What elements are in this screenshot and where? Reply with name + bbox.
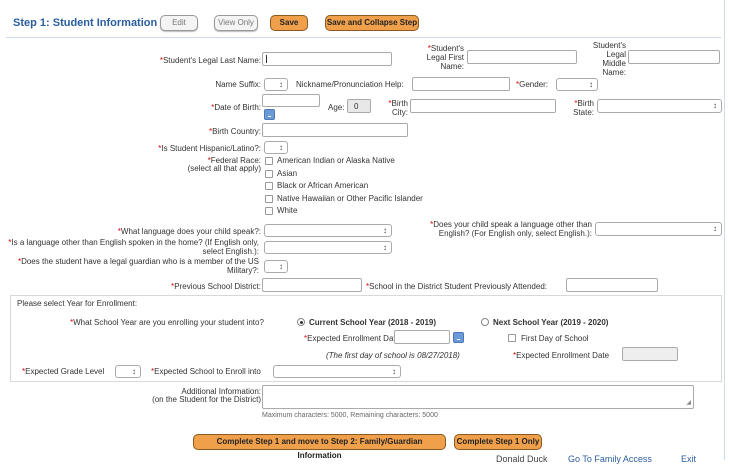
dob-label: *Date of Birth:: [211, 103, 261, 112]
race-option-black: Black or African American: [277, 181, 369, 190]
family-access-link[interactable]: Go To Family Access: [568, 454, 652, 464]
radio-next-year[interactable]: [481, 318, 489, 326]
race-checkbox-pacific-islander[interactable]: [265, 195, 273, 203]
complete-and-move-button[interactable]: Complete Step 1 and move to Step 2: Fami…: [193, 434, 446, 460]
first-day-label: First Day of School: [521, 334, 589, 343]
enrollment-heading: Please select Year for Enrollment:: [17, 299, 138, 308]
hispanic-select[interactable]: [264, 141, 288, 154]
expected-date-input[interactable]: [394, 330, 450, 344]
race-option-white: White: [277, 206, 298, 215]
school-enroll-label: *Expected School to Enroll into: [151, 367, 261, 376]
race-checkbox-american-indian[interactable]: [265, 157, 273, 165]
birth-country-label: *Birth Country:: [208, 127, 261, 136]
last-name-input[interactable]: [262, 52, 392, 66]
prev-school-input[interactable]: [566, 278, 658, 292]
additional-info-textarea[interactable]: ◢: [262, 385, 694, 409]
enroll-calendar-icon[interactable]: [453, 332, 464, 343]
birth-state-label: *Birth State:: [573, 99, 594, 117]
language-other-label: *Does your child speak a language other …: [430, 220, 592, 238]
birth-city-input[interactable]: [410, 99, 556, 113]
race-checkbox-white[interactable]: [265, 207, 273, 215]
gender-select[interactable]: [556, 78, 598, 91]
expected-date-2-label: *Expected Enrollment Date: [513, 351, 610, 360]
additional-info-sublabel: (on the Student for the District): [152, 395, 261, 404]
nickname-input[interactable]: [412, 77, 510, 91]
exit-link[interactable]: Exit: [681, 454, 696, 464]
prev-school-label: *School in the District Student Previous…: [366, 282, 547, 291]
race-checkbox-black[interactable]: [265, 182, 273, 190]
prev-district-input[interactable]: [262, 278, 362, 292]
current-year-label: Current School Year (2018 - 2019): [309, 318, 437, 327]
prev-district-label: *Previous School District:: [171, 282, 261, 291]
first-name-input[interactable]: [467, 50, 577, 64]
right-border: [724, 0, 725, 460]
character-counter: Maximum characters: 5000, Remaining char…: [262, 412, 438, 419]
save-collapse-button[interactable]: Save and Collapse Step: [325, 15, 419, 31]
age-label: Age:: [328, 103, 345, 112]
last-name-label: *Student's Legal Last Name:: [159, 56, 261, 65]
federal-race-note: (select all that apply): [187, 164, 261, 173]
header-divider: [6, 37, 721, 38]
race-checkbox-asian[interactable]: [265, 170, 273, 178]
name-suffix-label: Name Suffix:: [215, 80, 261, 89]
language-home-select[interactable]: [264, 241, 392, 254]
birth-country-input[interactable]: [262, 123, 408, 137]
first-day-note: (The first day of school is 08/27/2018): [326, 351, 460, 360]
age-field: 0: [347, 99, 371, 113]
nickname-label: Nickname/Pronunciation Help:: [296, 80, 404, 89]
page-title: Step 1: Student Information: [13, 17, 158, 29]
language-home-label: *Is a language other than English spoken…: [8, 238, 259, 256]
radio-current-year[interactable]: [297, 318, 305, 326]
military-select[interactable]: [264, 260, 288, 273]
name-suffix-select[interactable]: [264, 78, 288, 91]
language-speak-label: *What language does your child speak?:: [117, 227, 261, 236]
school-year-question: *What School Year are you enrolling your…: [70, 318, 264, 327]
save-button[interactable]: Save: [270, 15, 308, 31]
first-name-label: *Student's Legal First Name:: [426, 44, 464, 71]
birth-state-select[interactable]: [597, 99, 722, 113]
birth-city-label: *Birth City:: [388, 99, 408, 117]
race-option-asian: Asian: [277, 169, 298, 178]
hispanic-label: *Is Student Hispanic/Latino?:: [158, 144, 261, 153]
military-label: *Does the student have a legal guardian …: [17, 257, 259, 275]
dob-input[interactable]: [262, 94, 320, 107]
middle-name-input[interactable]: [628, 50, 720, 64]
language-other-select[interactable]: [595, 222, 722, 236]
view-only-button[interactable]: View Only: [214, 15, 258, 31]
school-enroll-select[interactable]: [273, 365, 401, 378]
complete-only-button[interactable]: Complete Step 1 Only: [454, 434, 542, 450]
expected-date-2-input: [622, 347, 678, 361]
race-option-american-indian: American Indian or Alaska Native: [277, 156, 395, 165]
expected-date-label: *Expected Enrollment Date: [304, 334, 401, 343]
language-speak-select[interactable]: [264, 224, 392, 237]
middle-name-label: Student's Legal Middle Name:: [592, 41, 626, 77]
grade-level-select[interactable]: [115, 365, 141, 378]
user-name: Donald Duck: [496, 454, 548, 464]
gender-label: *Gender:: [516, 80, 549, 89]
next-year-label: Next School Year (2019 - 2020): [493, 318, 609, 327]
edit-button[interactable]: Edit: [160, 15, 198, 31]
race-option-pacific-islander: Native Hawaiian or Other Pacific Islande…: [277, 194, 423, 203]
grade-level-label: *Expected Grade Level: [22, 367, 105, 376]
calendar-icon[interactable]: [264, 109, 275, 120]
first-day-checkbox[interactable]: [508, 334, 516, 342]
